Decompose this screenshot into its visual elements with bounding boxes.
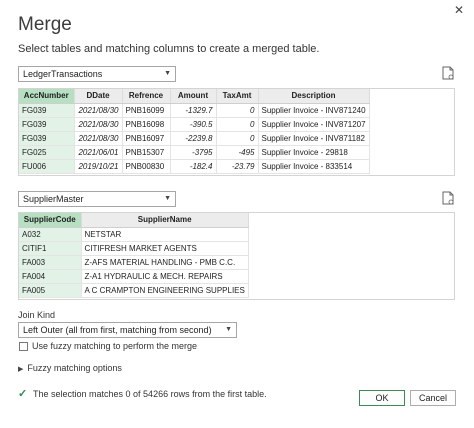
second-table-dropdown[interactable]: SupplierMaster ▼ xyxy=(18,191,176,207)
table-cell: A032 xyxy=(19,227,82,242)
table-cell: 0 xyxy=(216,131,259,146)
table-cell: A C CRAMPTON ENGINEERING SUPPLIES xyxy=(81,283,249,298)
table-cell: -2239.8 xyxy=(170,131,217,146)
table-cell: Supplier Invoice - INV871182 xyxy=(258,131,370,146)
column-header-suppliername[interactable]: SupplierName xyxy=(81,213,249,228)
ok-button[interactable]: OK xyxy=(359,390,405,406)
cancel-button[interactable]: Cancel xyxy=(410,390,456,406)
join-kind-label: Join Kind xyxy=(18,310,56,320)
table-cell: PNB16098 xyxy=(122,117,171,132)
table-cell: Supplier Invoice - 29818 xyxy=(258,145,370,160)
table-cell: 2021/06/01 xyxy=(74,145,123,160)
first-table-grid: AccNumber DDate Refrence Amount TaxAmt D… xyxy=(19,89,370,174)
table-cell: FA004 xyxy=(19,269,82,284)
table-cell: FG039 xyxy=(19,103,75,118)
table-row: FG025 2021/06/01 PNB15307 -3795 -495 Sup… xyxy=(19,145,370,160)
fuzzy-matching-checkbox[interactable] xyxy=(19,342,28,351)
table-cell: CITIF1 xyxy=(19,241,82,256)
second-table-selected: SupplierMaster xyxy=(23,194,84,204)
table-cell: FU006 xyxy=(19,159,75,174)
table-cell: 2021/08/30 xyxy=(74,103,123,118)
table-cell: Supplier Invoice - INV871207 xyxy=(258,117,370,132)
table-header-row: SupplierCode SupplierName xyxy=(19,213,249,228)
table-cell: Z-AFS MATERIAL HANDLING - PMB C.C. xyxy=(81,255,249,270)
table-cell: -23.79 xyxy=(216,159,259,174)
column-header-description[interactable]: Description xyxy=(258,89,370,104)
second-table-preview: SupplierCode SupplierName A032 NETSTAR C… xyxy=(18,212,455,300)
second-table-grid: SupplierCode SupplierName A032 NETSTAR C… xyxy=(19,213,249,298)
table-cell: PNB16097 xyxy=(122,131,171,146)
table-row: FA003 Z-AFS MATERIAL HANDLING - PMB C.C. xyxy=(19,255,249,270)
file-preview-icon[interactable] xyxy=(442,66,454,80)
first-table-selected: LedgerTransactions xyxy=(23,69,103,79)
table-cell: PNB00830 xyxy=(122,159,171,174)
column-header-suppliercode[interactable]: SupplierCode xyxy=(19,213,82,228)
table-row: FA004 Z-A1 HYDRAULIC & MECH. REPAIRS xyxy=(19,269,249,284)
table-cell: 0 xyxy=(216,103,259,118)
first-table-preview: AccNumber DDate Refrence Amount TaxAmt D… xyxy=(18,88,455,176)
table-cell: NETSTAR xyxy=(81,227,249,242)
chevron-down-icon: ▼ xyxy=(164,70,171,77)
table-cell: -3795 xyxy=(170,145,217,160)
column-header-accnumber[interactable]: AccNumber xyxy=(19,89,75,104)
fuzzy-matching-options-label: Fuzzy matching options xyxy=(27,363,122,373)
table-cell: FG039 xyxy=(19,131,75,146)
table-cell: 2021/08/30 xyxy=(74,131,123,146)
table-cell: PNB15307 xyxy=(122,145,171,160)
table-cell: -390.5 xyxy=(170,117,217,132)
table-cell: 2021/08/30 xyxy=(74,117,123,132)
table-cell: -182.4 xyxy=(170,159,217,174)
table-cell: FG039 xyxy=(19,117,75,132)
table-cell: PNB16099 xyxy=(122,103,171,118)
table-cell: Supplier Invoice - 833514 xyxy=(258,159,370,174)
table-cell: Z-A1 HYDRAULIC & MECH. REPAIRS xyxy=(81,269,249,284)
table-row: FG039 2021/08/30 PNB16099 -1329.7 0 Supp… xyxy=(19,103,370,118)
dialog-title: Merge xyxy=(18,14,72,35)
first-table-dropdown[interactable]: LedgerTransactions ▼ xyxy=(18,66,176,82)
column-header-taxamt[interactable]: TaxAmt xyxy=(216,89,259,104)
table-row: FG039 2021/08/30 PNB16098 -390.5 0 Suppl… xyxy=(19,117,370,132)
column-header-refrence[interactable]: Refrence xyxy=(122,89,171,104)
checkmark-icon: ✓ xyxy=(18,388,28,400)
table-cell: Supplier Invoice - INV871240 xyxy=(258,103,370,118)
table-row: FG039 2021/08/30 PNB16097 -2239.8 0 Supp… xyxy=(19,131,370,146)
chevron-right-icon: ▶ xyxy=(18,366,24,373)
table-cell: FG025 xyxy=(19,145,75,160)
table-header-row: AccNumber DDate Refrence Amount TaxAmt D… xyxy=(19,89,370,104)
join-kind-selected: Left Outer (all from first, matching fro… xyxy=(23,325,212,335)
table-cell: -1329.7 xyxy=(170,103,217,118)
fuzzy-matching-label: Use fuzzy matching to perform the merge xyxy=(32,341,198,351)
fuzzy-matching-options-toggle[interactable]: ▶ Fuzzy matching options xyxy=(18,363,122,373)
table-cell: -495 xyxy=(216,145,259,160)
table-cell: 0 xyxy=(216,117,259,132)
file-preview-icon[interactable] xyxy=(442,191,454,205)
table-row: CITIF1 CITIFRESH MARKET AGENTS xyxy=(19,241,249,256)
column-header-amount[interactable]: Amount xyxy=(170,89,217,104)
close-icon[interactable]: ✕ xyxy=(454,4,464,16)
table-cell: FA003 xyxy=(19,255,82,270)
table-row: A032 NETSTAR xyxy=(19,227,249,242)
chevron-down-icon: ▼ xyxy=(164,195,171,202)
chevron-down-icon: ▼ xyxy=(225,326,232,333)
dialog-subtitle: Select tables and matching columns to cr… xyxy=(18,43,320,55)
table-cell: CITIFRESH MARKET AGENTS xyxy=(81,241,249,256)
match-status-text: The selection matches 0 of 54266 rows fr… xyxy=(33,389,267,399)
table-cell: FA005 xyxy=(19,283,82,298)
join-kind-dropdown[interactable]: Left Outer (all from first, matching fro… xyxy=(18,322,237,338)
column-header-ddate[interactable]: DDate xyxy=(74,89,123,104)
table-row: FU006 2019/10/21 PNB00830 -182.4 -23.79 … xyxy=(19,159,370,174)
table-cell: 2019/10/21 xyxy=(74,159,123,174)
table-row: FA005 A C CRAMPTON ENGINEERING SUPPLIES xyxy=(19,283,249,298)
